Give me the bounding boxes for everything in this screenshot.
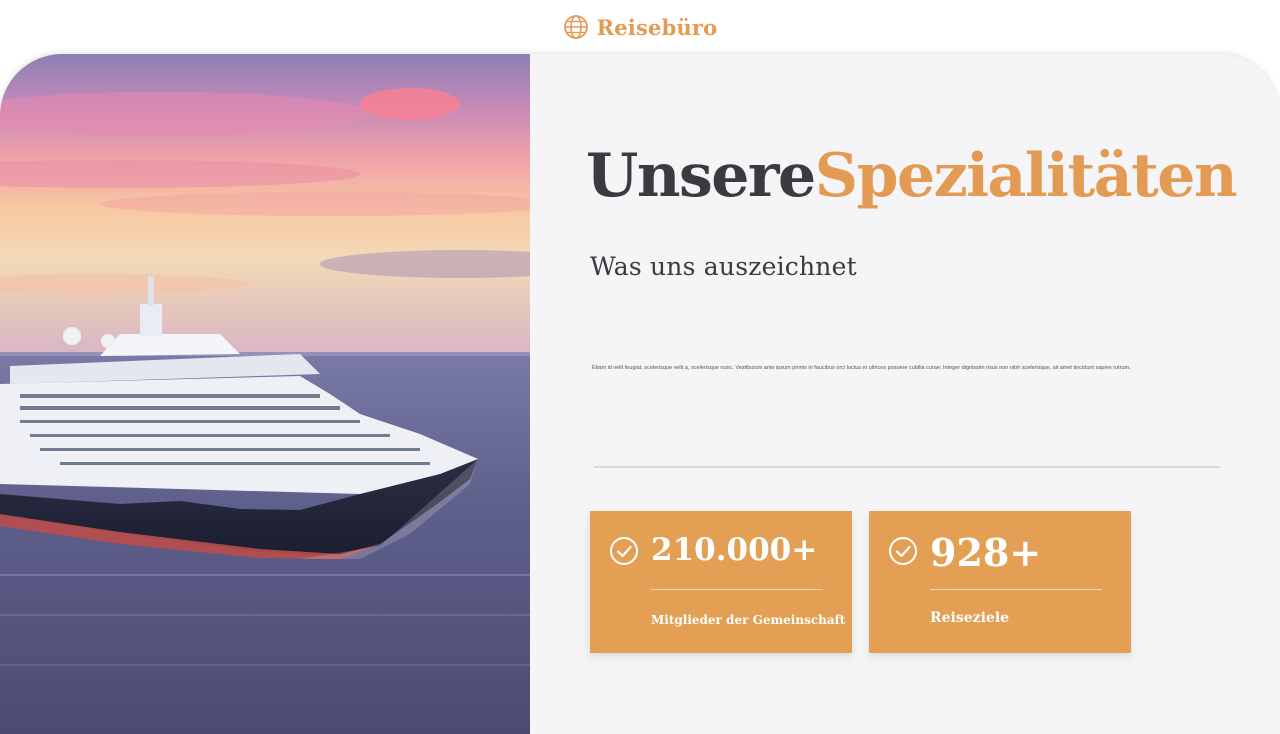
globe-icon — [563, 14, 589, 40]
check-circle-icon — [608, 535, 640, 567]
stat-divider — [930, 589, 1102, 590]
stat-value: 210.000+ — [651, 532, 818, 568]
divider — [594, 466, 1220, 468]
brand-logo[interactable]: Reisebüro — [563, 14, 718, 40]
body-paragraph: Etiam id velit feugiat, scelerisque veli… — [592, 365, 1131, 371]
stat-divider — [651, 589, 823, 590]
stat-label: Mitglieder der Gemeinschaft — [651, 613, 846, 627]
page-title-part1: Unsere — [586, 141, 816, 211]
page-title-part2: Spezialitäten — [814, 141, 1238, 211]
content-card: UnsereSpezialitäten Was uns auszeichnet … — [0, 54, 1280, 734]
stat-label: Reiseziele — [930, 610, 1010, 626]
brand-name: Reisebüro — [596, 14, 718, 40]
stat-value: 928+ — [930, 530, 1042, 575]
hero-image — [0, 54, 530, 734]
page-subtitle: Was uns auszeichnet — [590, 252, 857, 281]
content-panel: UnsereSpezialitäten Was uns auszeichnet … — [530, 54, 1280, 734]
top-bar: Reisebüro — [0, 0, 1280, 54]
page-title: UnsereSpezialitäten — [586, 146, 1238, 206]
check-circle-icon — [887, 535, 919, 567]
stat-card-destinations: 928+ Reiseziele — [869, 511, 1131, 653]
stat-card-members: 210.000+ Mitglieder der Gemeinschaft — [590, 511, 852, 653]
